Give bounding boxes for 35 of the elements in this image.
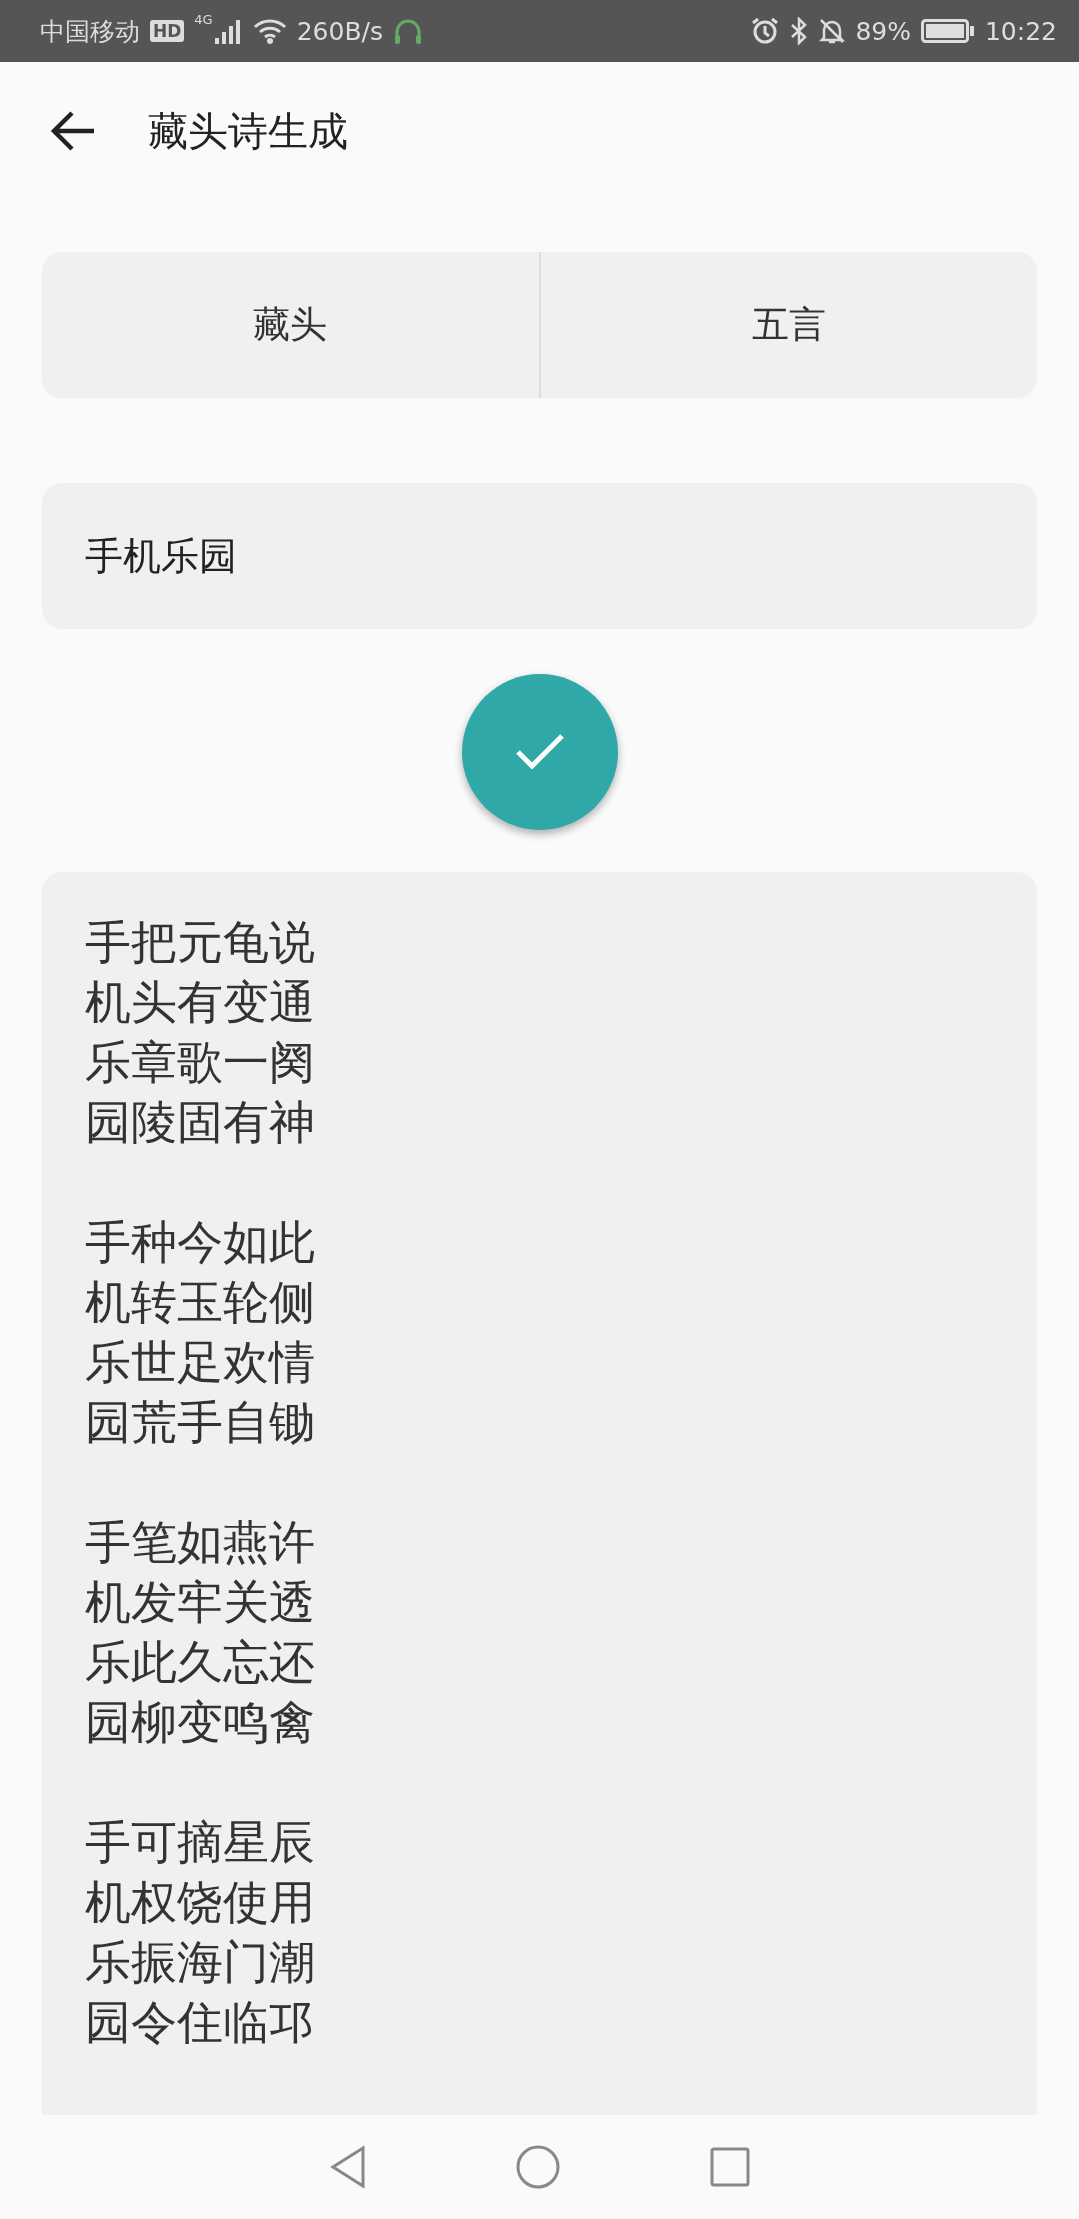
wifi-icon bbox=[252, 18, 287, 44]
clock-time: 10:22 bbox=[984, 16, 1057, 46]
recents-nav-icon[interactable] bbox=[709, 2147, 750, 2187]
poem-line: 园陵固有神 bbox=[85, 1094, 315, 1151]
back-nav-icon[interactable] bbox=[329, 2145, 366, 2189]
text-input-field[interactable]: 手机乐园 bbox=[42, 483, 1037, 629]
bell-off-icon bbox=[819, 17, 846, 45]
network-type: 4G bbox=[194, 12, 213, 27]
network-speed: 260B/s bbox=[296, 16, 384, 46]
back-icon[interactable] bbox=[50, 111, 96, 151]
poem-line: 乐振海门潮 bbox=[85, 1934, 315, 1991]
poem-line: 机头有变通 bbox=[85, 974, 315, 1031]
check-icon bbox=[513, 732, 566, 772]
poem-line: 机发牢关透 bbox=[85, 1574, 315, 1631]
poem-line: 手笔如燕许 bbox=[85, 1514, 315, 1571]
home-nav-icon[interactable] bbox=[515, 2145, 560, 2189]
poem-line: 手把元龟说 bbox=[85, 914, 315, 971]
battery-percent: 89% bbox=[855, 16, 911, 46]
signal-icon bbox=[214, 18, 243, 44]
battery-icon bbox=[920, 19, 975, 43]
poem-line: 园柳变鸣禽 bbox=[85, 1694, 315, 1751]
poem-line: 园荒手自锄 bbox=[85, 1394, 315, 1451]
poem-line: 乐此久忘还 bbox=[85, 1634, 315, 1691]
poem-line: 机转玉轮侧 bbox=[85, 1274, 315, 1331]
poem-line: 手可摘星辰 bbox=[85, 1814, 315, 1871]
poem-line: 乐世足欢情 bbox=[85, 1334, 315, 1391]
headphones-icon bbox=[393, 17, 424, 45]
hd-badge: HD bbox=[150, 20, 185, 42]
alarm-icon bbox=[751, 17, 780, 45]
poem-line: 手种今如此 bbox=[85, 1214, 315, 1271]
poem-line: 园令住临邛 bbox=[85, 1994, 315, 2051]
poem-line: 乐章歌一阕 bbox=[85, 1034, 315, 1091]
poem-line: 机权饶使用 bbox=[85, 1874, 315, 1931]
page-title: 藏头诗生成 bbox=[148, 106, 348, 156]
carrier-name: 中国移动 bbox=[40, 15, 140, 48]
